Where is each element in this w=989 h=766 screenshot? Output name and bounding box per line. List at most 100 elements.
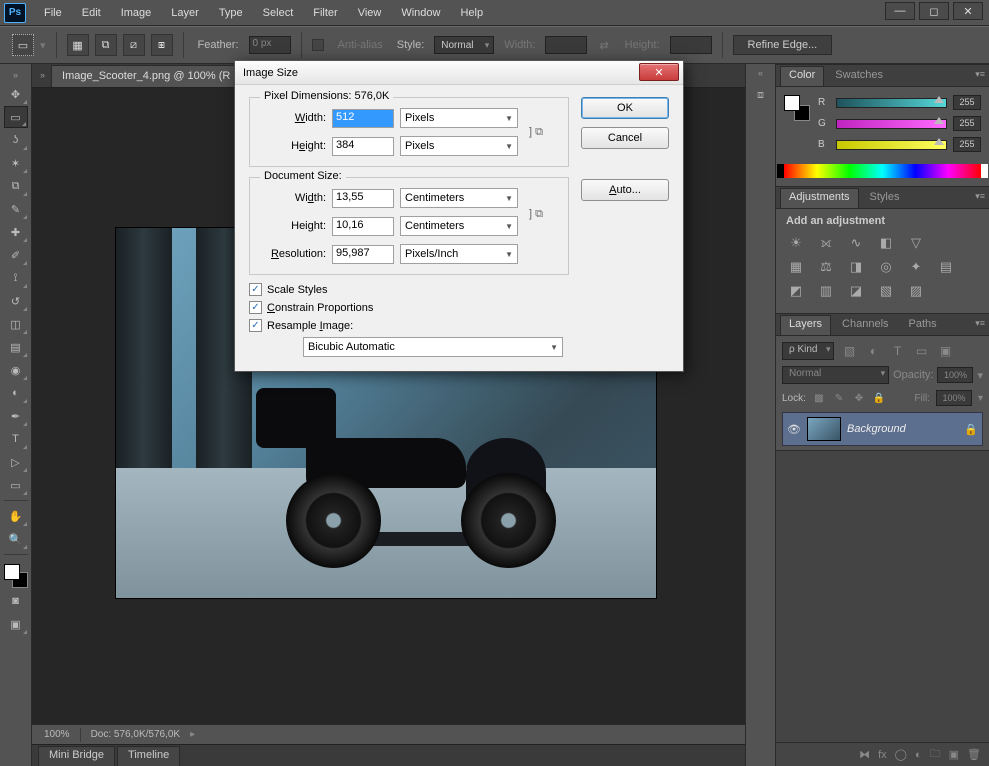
history-brush-tool[interactable]: ↺	[4, 290, 28, 312]
pixel-height-input[interactable]: 384	[332, 137, 394, 156]
paths-tab[interactable]: Paths	[900, 315, 946, 335]
stamp-tool[interactable]: ⟟	[4, 267, 28, 289]
link-layers-icon[interactable]: ⧓	[859, 748, 870, 761]
auto-button[interactable]: Auto...	[581, 179, 669, 201]
eraser-tool[interactable]: ◫	[4, 313, 28, 335]
mini-bridge-tab[interactable]: Mini Bridge	[38, 746, 115, 766]
b-slider[interactable]	[836, 140, 947, 150]
layer-row-background[interactable]: 👁 Background 🔒	[782, 412, 983, 446]
color-lookup-icon[interactable]: ▤	[936, 259, 956, 275]
lock-paint-icon[interactable]: ✎	[832, 391, 846, 405]
history-strip-icon[interactable]: ⧈	[750, 84, 772, 106]
new-selection-icon[interactable]: ▦	[67, 34, 89, 56]
lasso-tool[interactable]: ʖ	[4, 129, 28, 151]
zoom-tool[interactable]: 🔍	[4, 528, 28, 550]
refine-edge-button[interactable]: Refine Edge...	[733, 35, 833, 55]
fill-value[interactable]: 100%	[936, 390, 972, 406]
panel-menu-icon[interactable]: ▾≡	[975, 191, 985, 202]
adjustments-tab[interactable]: Adjustments	[780, 188, 859, 208]
menu-view[interactable]: View	[348, 3, 392, 23]
menu-file[interactable]: File	[34, 3, 72, 23]
hue-icon[interactable]: ▦	[786, 259, 806, 275]
styles-tab[interactable]: Styles	[861, 188, 909, 208]
pen-tool[interactable]: ✒	[4, 405, 28, 427]
constrain-proportions-checkbox[interactable]: ✓Constrain Proportions	[249, 301, 569, 314]
zoom-level[interactable]: 100%	[44, 729, 70, 740]
curves-icon[interactable]: ∿	[846, 235, 866, 251]
filter-smart-icon[interactable]: ▣	[936, 344, 954, 359]
pixel-height-unit-select[interactable]: Pixels	[400, 136, 518, 156]
eyedropper-tool[interactable]: ✎	[4, 198, 28, 220]
brightness-icon[interactable]: ☀	[786, 235, 806, 251]
g-slider[interactable]	[836, 119, 947, 129]
doc-height-unit-select[interactable]: Centimeters	[400, 216, 518, 236]
color-tab[interactable]: Color	[780, 66, 824, 86]
filter-pixel-icon[interactable]: ▧	[840, 344, 858, 359]
doc-height-input[interactable]: 10,16	[332, 217, 394, 236]
style-select[interactable]: Normal	[434, 36, 494, 54]
subtract-selection-icon[interactable]: ⧄	[123, 34, 145, 56]
blur-tool[interactable]: ◉	[4, 359, 28, 381]
close-button[interactable]: ✕	[953, 2, 983, 20]
lock-position-icon[interactable]: ✥	[852, 391, 866, 405]
resolution-unit-select[interactable]: Pixels/Inch	[400, 244, 518, 264]
kind-filter-select[interactable]: ρ Kind	[782, 342, 834, 360]
document-tab[interactable]: Image_Scooter_4.png @ 100% (R	[51, 65, 241, 87]
selective-color-icon[interactable]: ▨	[906, 283, 926, 299]
gradient-tool[interactable]: ▤	[4, 336, 28, 358]
doc-link-icon[interactable]: ] ⧉	[526, 188, 546, 240]
tab-bar-collapse-icon[interactable]: »	[40, 70, 45, 80]
menu-edit[interactable]: Edit	[72, 3, 111, 23]
layer-name[interactable]: Background	[847, 423, 958, 435]
menu-window[interactable]: Window	[391, 3, 450, 23]
feather-input[interactable]: 0 px	[249, 36, 291, 54]
menu-filter[interactable]: Filter	[303, 3, 347, 23]
dialog-close-button[interactable]: ✕	[639, 63, 679, 81]
scale-styles-checkbox[interactable]: ✓Scale Styles	[249, 283, 569, 296]
channels-tab[interactable]: Channels	[833, 315, 897, 335]
mask-icon[interactable]: ◯	[895, 748, 907, 761]
brush-tool[interactable]: ✐	[4, 244, 28, 266]
exposure-icon[interactable]: ◧	[876, 235, 896, 251]
current-tool-icon[interactable]: ▭	[12, 34, 34, 56]
cancel-button[interactable]: Cancel	[581, 127, 669, 149]
menu-help[interactable]: Help	[450, 3, 493, 23]
doc-width-input[interactable]: 13,55	[332, 189, 394, 208]
lock-all-icon[interactable]: 🔒	[872, 391, 886, 405]
move-tool[interactable]: ✥	[4, 83, 28, 105]
pixel-width-input[interactable]: 512	[332, 109, 394, 128]
group-icon[interactable]: 🗀	[930, 745, 941, 764]
collapse-toolbox-icon[interactable]: »	[13, 70, 18, 80]
swatches-tab[interactable]: Swatches	[826, 66, 892, 86]
invert-icon[interactable]: ◩	[786, 283, 806, 299]
doc-info[interactable]: Doc: 576,0K/576,0K	[91, 729, 181, 740]
filter-shape-icon[interactable]: ▭	[912, 344, 930, 359]
menu-layer[interactable]: Layer	[161, 3, 209, 23]
menu-select[interactable]: Select	[253, 3, 304, 23]
add-selection-icon[interactable]: ⧉	[95, 34, 117, 56]
filter-adjust-icon[interactable]: ◐	[864, 344, 882, 359]
type-tool[interactable]: T	[4, 428, 28, 450]
ok-button[interactable]: OK	[581, 97, 669, 119]
posterize-icon[interactable]: ▥	[816, 283, 836, 299]
maximize-button[interactable]: ◻	[919, 2, 949, 20]
timeline-tab[interactable]: Timeline	[117, 746, 180, 766]
panel-menu-icon[interactable]: ▾≡	[975, 318, 985, 329]
healing-tool[interactable]: ✚	[4, 221, 28, 243]
levels-icon[interactable]: ⟗	[816, 235, 836, 251]
foreground-color-swatch[interactable]	[4, 564, 20, 580]
marquee-tool[interactable]: ▭	[4, 106, 28, 128]
minimize-button[interactable]: —	[885, 2, 915, 20]
intersect-selection-icon[interactable]: ⧆	[151, 34, 173, 56]
visibility-icon[interactable]: 👁	[787, 423, 801, 436]
r-slider[interactable]	[836, 98, 947, 108]
mini-swatches[interactable]	[784, 95, 810, 121]
color-swatches[interactable]	[3, 563, 29, 589]
crop-tool[interactable]: ⧉	[4, 175, 28, 197]
photo-filter-icon[interactable]: ◎	[876, 259, 896, 275]
panel-menu-icon[interactable]: ▾≡	[975, 69, 985, 80]
resample-checkbox[interactable]: ✓Resample Image:	[249, 319, 569, 332]
r-value[interactable]: 255	[953, 95, 981, 110]
dialog-titlebar[interactable]: Image Size ✕	[235, 61, 683, 85]
pixel-link-icon[interactable]: ] ⧉	[526, 108, 546, 156]
